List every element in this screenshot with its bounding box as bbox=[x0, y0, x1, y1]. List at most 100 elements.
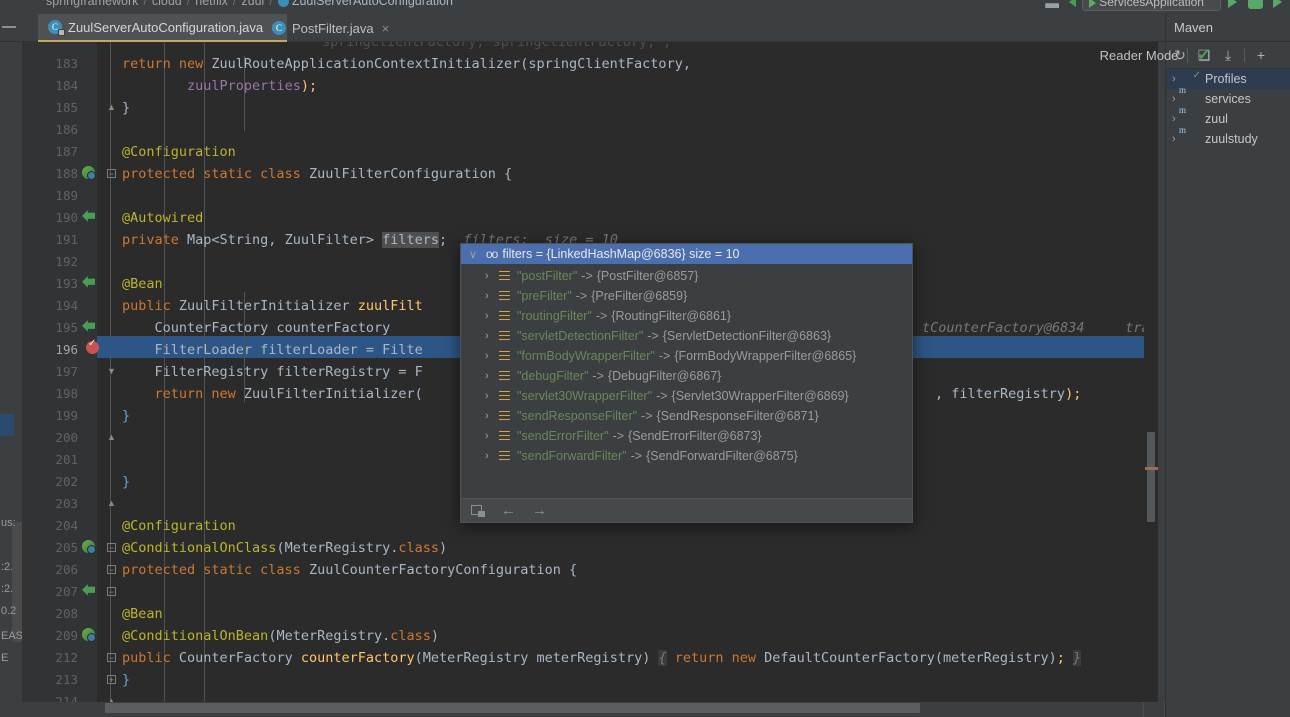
navigate-implementation-icon[interactable] bbox=[82, 320, 95, 333]
code-line-203[interactable]: @Configuration bbox=[122, 518, 236, 534]
fold-end-icon[interactable]: ▲ bbox=[107, 433, 116, 442]
code-line-193[interactable]: @Bean bbox=[122, 276, 163, 292]
spring-bean-icon[interactable] bbox=[82, 540, 96, 554]
fold-expand-icon[interactable]: + bbox=[107, 675, 116, 685]
tab-postfilter[interactable]: C PostFilter.java × bbox=[262, 14, 397, 42]
hide-tabs-icon[interactable] bbox=[2, 26, 16, 28]
rerun-button[interactable] bbox=[1273, 0, 1282, 8]
run-configuration-selector[interactable]: ServicesApplication bbox=[1081, 0, 1221, 11]
fold-collapse-icon[interactable]: − bbox=[107, 565, 116, 575]
code-line-207[interactable]: @Bean bbox=[122, 606, 163, 622]
build-icon[interactable] bbox=[1068, 0, 1076, 7]
chevron-right-icon[interactable]: › bbox=[485, 390, 499, 402]
breadcrumb-current-class[interactable]: ZuulServerAutoConfiguration bbox=[292, 0, 453, 8]
debugger-value-popup[interactable]: ∨ oo filters = {LinkedHashMap@6836} size… bbox=[460, 243, 913, 523]
list-item[interactable]: › "sendResponseFilter" -> {SendResponseF… bbox=[461, 406, 912, 426]
list-item[interactable]: › "sendErrorFilter" -> {SendErrorFilter@… bbox=[461, 426, 912, 446]
download-icon[interactable] bbox=[1045, 3, 1060, 8]
fold-collapse-icon[interactable]: − bbox=[107, 587, 116, 597]
run-button[interactable] bbox=[1228, 0, 1238, 8]
chevron-right-icon[interactable]: › bbox=[485, 290, 499, 302]
list-item[interactable]: › "servletDetectionFilter" -> {ServletDe… bbox=[461, 326, 912, 346]
chevron-right-icon[interactable]: › bbox=[485, 410, 499, 422]
list-item[interactable]: › "debugFilter" -> {DebugFilter@6867} bbox=[461, 366, 912, 386]
inspections-ok-icon[interactable]: ✔ bbox=[1197, 46, 1210, 64]
code-line-212[interactable]: } bbox=[122, 672, 130, 688]
code-line-195[interactable]: CounterFactory counterFactory bbox=[122, 320, 391, 336]
breadcrumb[interactable]: springframework / cloud / netflix / zuul / ZuulS… bbox=[46, 0, 453, 8]
editor-horizontal-scrollbar[interactable] bbox=[105, 703, 920, 713]
back-arrow-icon[interactable]: ← bbox=[501, 502, 516, 519]
reader-mode-widget[interactable]: Reader Mode ✔ bbox=[1100, 46, 1210, 64]
chevron-right-icon[interactable]: › bbox=[1172, 133, 1186, 145]
navigate-implementation-icon[interactable] bbox=[82, 584, 95, 597]
add-icon[interactable]: + bbox=[1253, 47, 1269, 63]
code-line-198[interactable]: return new ZuulFilterInitializer( bbox=[122, 386, 423, 402]
chevron-right-icon[interactable]: › bbox=[485, 310, 499, 322]
debug-button[interactable] bbox=[1247, 0, 1263, 9]
list-item[interactable]: › "postFilter" -> {PostFilter@6857} bbox=[461, 266, 912, 286]
breadcrumb-item-3[interactable]: zuul bbox=[241, 0, 264, 8]
navigate-implementation-icon[interactable] bbox=[82, 276, 95, 289]
download-sources-icon[interactable]: ⤓ bbox=[1220, 47, 1236, 63]
maven-tree[interactable]: › Profiles › services › zuul › zuulstudy bbox=[1166, 69, 1290, 149]
code-line-204[interactable]: @ConditionalOnClass(MeterRegistry.class) bbox=[122, 540, 447, 556]
breadcrumb-item-0[interactable]: springframework bbox=[46, 0, 138, 8]
forward-arrow-icon[interactable]: → bbox=[532, 502, 547, 519]
code-line-201[interactable]: } bbox=[122, 474, 130, 490]
breadcrumb-item-2[interactable]: netflix bbox=[195, 0, 228, 8]
list-item[interactable]: › "preFilter" -> {PreFilter@6859} bbox=[461, 286, 912, 306]
chevron-right-icon[interactable]: › bbox=[485, 450, 499, 462]
list-item[interactable]: › "sendForwardFilter" -> {SendForwardFil… bbox=[461, 446, 912, 466]
chevron-right-icon[interactable]: › bbox=[485, 430, 499, 442]
fold-collapse-icon[interactable]: − bbox=[107, 653, 116, 663]
editor-vertical-scrollbar[interactable] bbox=[1147, 432, 1155, 522]
chevron-right-icon[interactable]: › bbox=[485, 330, 499, 342]
chevron-right-icon[interactable]: › bbox=[1172, 73, 1186, 85]
chevron-right-icon[interactable]: › bbox=[485, 370, 499, 382]
popup-footer-toolbar[interactable]: ← → bbox=[461, 498, 912, 522]
maven-tree-item-zuulstudy[interactable]: › zuulstudy bbox=[1166, 129, 1290, 149]
copy-value-icon[interactable] bbox=[471, 504, 485, 517]
code-line-199[interactable]: } bbox=[122, 408, 130, 424]
popup-entry-list[interactable]: › "postFilter" -> {PostFilter@6857} › "p… bbox=[461, 264, 912, 500]
chevron-right-icon[interactable]: › bbox=[1172, 93, 1186, 105]
fold-collapse-icon[interactable]: − bbox=[107, 543, 116, 553]
chevron-right-icon[interactable]: › bbox=[1172, 113, 1186, 125]
breakpoint-icon[interactable] bbox=[86, 338, 99, 354]
chevron-down-icon[interactable]: ∨ bbox=[469, 248, 483, 261]
chevron-right-icon[interactable]: › bbox=[485, 350, 499, 362]
list-item[interactable]: › "servlet30WrapperFilter" -> {Servlet30… bbox=[461, 386, 912, 406]
list-item[interactable]: › "routingFilter" -> {RoutingFilter@6861… bbox=[461, 306, 912, 326]
code-line-205[interactable]: protected static class ZuulCounterFactor… bbox=[122, 562, 577, 578]
spring-bean-icon[interactable] bbox=[82, 628, 96, 642]
code-line-188[interactable]: protected static class ZuulFilterConfigu… bbox=[122, 166, 512, 182]
breadcrumb-item-1[interactable]: cloud bbox=[152, 0, 182, 8]
maven-tool-window[interactable]: Maven ↻ ❑ ⤓ + › Profiles › services › zu… bbox=[1165, 14, 1290, 717]
list-item[interactable]: › "formBodyWrapperFilter" -> {FormBodyWr… bbox=[461, 346, 912, 366]
filters-variable[interactable]: filters bbox=[382, 232, 440, 248]
error-stripe-mark[interactable] bbox=[1145, 467, 1158, 470]
tab-zuulserverautoconfiguration[interactable]: C ZuulServerAutoConfiguration.java × bbox=[38, 14, 287, 42]
popup-header-row[interactable]: ∨ oo filters = {LinkedHashMap@6836} size… bbox=[461, 244, 912, 264]
code-line-196[interactable]: FilterLoader filterLoader = Filte bbox=[122, 342, 423, 358]
fold-end-icon[interactable]: ▲ bbox=[107, 499, 116, 508]
code-line-184[interactable]: zuulProperties); bbox=[122, 78, 317, 94]
code-line-194[interactable]: public ZuulFilterInitializer zuulFilt bbox=[122, 298, 423, 314]
code-line-209[interactable]: public CounterFactory counterFactory(Met… bbox=[122, 650, 1082, 666]
code-line-197[interactable]: FilterRegistry filterRegistry = F bbox=[122, 364, 423, 380]
chevron-right-icon[interactable]: › bbox=[485, 270, 499, 282]
fold-collapse-icon[interactable]: − bbox=[107, 169, 116, 179]
code-line-198-tail[interactable]: , filterRegistry); bbox=[935, 386, 1081, 402]
navigate-implementation-icon[interactable] bbox=[82, 210, 95, 223]
code-line-190[interactable]: @Autowired bbox=[122, 210, 203, 226]
code-line-187[interactable]: @Configuration bbox=[122, 144, 236, 160]
code-line-208[interactable]: @ConditionalOnBean(MeterRegistry.class) bbox=[122, 628, 439, 644]
editor-vertical-scroll-track[interactable] bbox=[1144, 42, 1158, 702]
fold-region-icon[interactable]: ▼ bbox=[107, 367, 116, 376]
code-line-183[interactable]: return new ZuulRouteApplicationContextIn… bbox=[122, 56, 691, 72]
fold-end-icon[interactable]: ▲ bbox=[107, 103, 116, 112]
spring-bean-icon[interactable] bbox=[82, 166, 96, 180]
code-line-185[interactable]: } bbox=[122, 100, 130, 116]
close-icon[interactable]: × bbox=[382, 21, 390, 36]
